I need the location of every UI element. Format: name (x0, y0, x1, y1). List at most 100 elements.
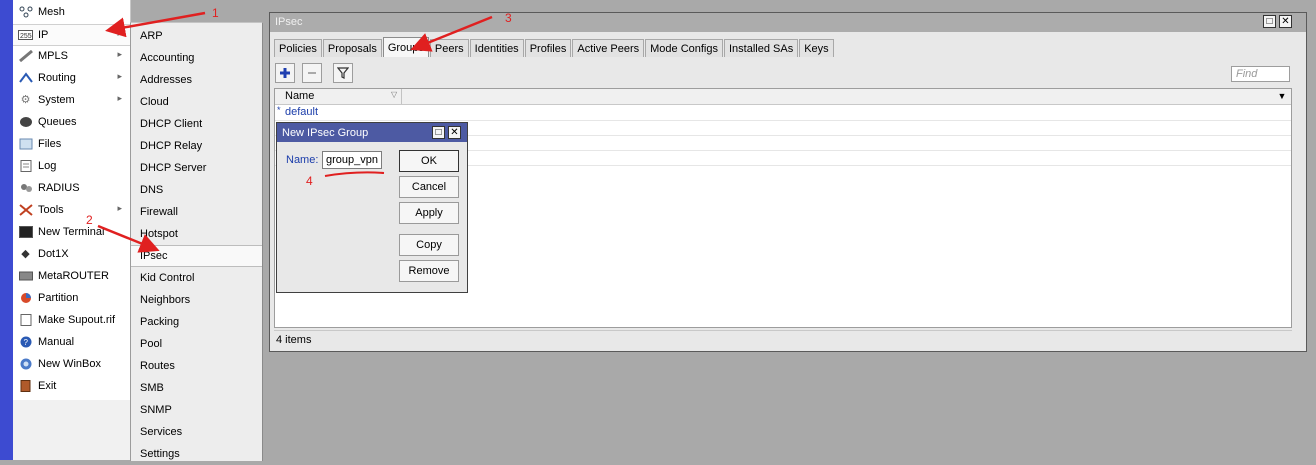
annotation-number-1: 1 (212, 6, 219, 20)
submenu-item-services[interactable]: Services (131, 421, 262, 443)
remove-button[interactable] (302, 63, 322, 83)
manual-help-icon: ? (18, 335, 33, 349)
maximize-icon[interactable]: □ (1263, 15, 1276, 28)
menu-item-routing[interactable]: Routing ▸ (13, 68, 130, 88)
submenu-item-dns[interactable]: DNS (131, 179, 262, 201)
close-icon[interactable]: ✕ (1279, 15, 1292, 28)
tab-installed-sas[interactable]: Installed SAs (724, 39, 799, 57)
apply-button[interactable]: Apply (399, 202, 459, 224)
menu-item-files[interactable]: Files (13, 134, 130, 154)
menu-item-manual[interactable]: ? Manual (13, 332, 130, 352)
submenu-item-firewall[interactable]: Firewall (131, 201, 262, 223)
menu-item-new-terminal[interactable]: New Terminal (13, 222, 130, 242)
menu-item-label: Manual (38, 336, 75, 348)
close-icon[interactable]: ✕ (448, 126, 461, 139)
submenu-item-ipsec[interactable]: IPsec (131, 245, 262, 267)
submenu-item-label: Firewall (140, 206, 178, 218)
menu-empty-area (13, 400, 130, 460)
column-divider[interactable] (401, 89, 402, 104)
menu-item-radius[interactable]: RADIUS (13, 178, 130, 198)
menu-item-ip[interactable]: 255 IP ▸ (13, 24, 130, 46)
submenu-item-settings[interactable]: Settings (131, 443, 262, 465)
svg-text:255: 255 (20, 33, 32, 40)
menu-item-label: New Terminal (38, 226, 105, 238)
partition-icon (18, 291, 33, 305)
submenu-item-snmp[interactable]: SNMP (131, 399, 262, 421)
item-count: 4 items (276, 334, 312, 346)
menu-item-system[interactable]: ⚙ System ▸ (13, 90, 130, 110)
tab-active-peers[interactable]: Active Peers (572, 39, 645, 57)
left-blue-strip (0, 0, 13, 460)
submenu-item-addresses[interactable]: Addresses (131, 69, 262, 91)
menu-item-partition[interactable]: Partition (13, 288, 130, 308)
tab-keys[interactable]: Keys (799, 39, 834, 57)
menu-item-make-supout[interactable]: Make Supout.rif (13, 310, 130, 330)
submenu-item-accounting[interactable]: Accounting (131, 47, 262, 69)
chevron-down-icon[interactable]: ▼ (1275, 89, 1289, 104)
column-header-name[interactable]: Name (285, 90, 314, 102)
menu-item-tools[interactable]: Tools ▸ (13, 200, 130, 220)
menu-item-metarouter[interactable]: MetaROUTER (13, 266, 130, 286)
submenu-item-label: Pool (140, 338, 163, 350)
filter-icon (337, 67, 349, 79)
tab-proposals[interactable]: Proposals (322, 39, 382, 57)
tab-policies[interactable]: Policies (274, 39, 322, 57)
ok-button[interactable]: OK (399, 150, 459, 172)
menu-item-label: Make Supout.rif (38, 314, 116, 326)
ipsec-tabs: Policies Proposals Groups Peers Identiti… (274, 37, 835, 57)
submenu-item-label: SNMP (140, 404, 172, 416)
remove-button[interactable]: Remove (399, 260, 459, 282)
submenu-item-smb[interactable]: SMB (131, 377, 262, 399)
find-input[interactable]: Find (1231, 66, 1290, 82)
maximize-icon[interactable]: □ (432, 126, 445, 139)
queues-icon (18, 115, 33, 129)
tab-mode-configs[interactable]: Mode Configs (645, 39, 723, 57)
menu-item-exit[interactable]: Exit (13, 376, 130, 396)
submenu-item-arp[interactable]: ARP (131, 25, 262, 47)
dialog-titlebar[interactable]: New IPsec Group □ ✕ (277, 123, 467, 142)
submenu-item-dhcp-relay[interactable]: DHCP Relay (131, 135, 262, 157)
metarouter-icon (18, 269, 33, 283)
tab-identities[interactable]: Identities (469, 39, 524, 57)
winbox-icon (18, 357, 33, 371)
tab-peers[interactable]: Peers (429, 39, 469, 57)
default-marker: * (277, 105, 281, 115)
menu-item-label: Exit (38, 380, 57, 392)
submenu-item-dhcp-client[interactable]: DHCP Client (131, 113, 262, 135)
dialog-title: New IPsec Group (282, 127, 369, 139)
menu-item-dot1x[interactable]: ◆ Dot1X (13, 244, 130, 264)
submenu-item-packing[interactable]: Packing (131, 311, 262, 333)
menu-item-queues[interactable]: Queues (13, 112, 130, 132)
menu-item-mesh[interactable]: Mesh (13, 2, 130, 22)
tools-icon (18, 203, 33, 217)
cancel-button[interactable]: Cancel (399, 176, 459, 198)
filter-button[interactable] (333, 63, 353, 83)
submenu-item-label: Hotspot (140, 228, 178, 240)
menu-item-log[interactable]: Log (13, 156, 130, 176)
submenu-item-label: Neighbors (140, 294, 191, 306)
submenu-item-kid-control[interactable]: Kid Control (131, 267, 262, 289)
files-icon (18, 137, 33, 151)
table-row[interactable]: * default (275, 105, 1291, 121)
add-button[interactable] (275, 63, 295, 83)
submenu-item-neighbors[interactable]: Neighbors (131, 289, 262, 311)
menu-item-new-winbox[interactable]: New WinBox (13, 354, 130, 374)
table-header: Name ▽ ▼ (275, 89, 1291, 105)
tab-profiles[interactable]: Profiles (524, 39, 572, 57)
tab-groups[interactable]: Groups (382, 37, 429, 57)
main-menu: Mesh 255 IP ▸ MPLS ▸ Routing ▸ ⚙ System … (13, 0, 131, 400)
submenu-item-hotspot[interactable]: Hotspot (131, 223, 262, 245)
row-name: default (285, 106, 319, 118)
name-input[interactable]: group_vpn (322, 151, 382, 169)
submenu-item-routes[interactable]: Routes (131, 355, 262, 377)
submenu-item-dhcp-server[interactable]: DHCP Server (131, 157, 262, 179)
plus-icon (280, 68, 290, 78)
menu-item-label: Queues (38, 116, 77, 128)
menu-item-mpls[interactable]: MPLS ▸ (13, 46, 130, 66)
submenu-item-label: DHCP Server (140, 162, 207, 174)
submenu-item-cloud[interactable]: Cloud (131, 91, 262, 113)
ipsec-window-titlebar[interactable]: IPsec □ ✕ (270, 13, 1306, 32)
submenu-item-pool[interactable]: Pool (131, 333, 262, 355)
copy-button[interactable]: Copy (399, 234, 459, 256)
submenu-arrow-icon: ▸ (117, 49, 122, 59)
